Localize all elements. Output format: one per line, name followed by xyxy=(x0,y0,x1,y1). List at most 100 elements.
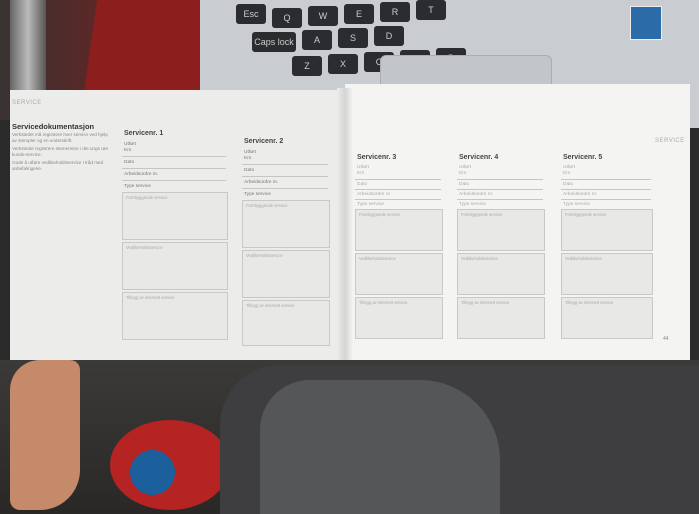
utfort-label: Utført xyxy=(124,142,136,147)
intro-paragraph: Verkstedet må registrere hver service ve… xyxy=(12,132,108,143)
date-label: Dato xyxy=(563,182,574,187)
service-title: Servicenr. 5 xyxy=(563,154,603,161)
knee xyxy=(260,380,500,514)
divider xyxy=(457,199,543,200)
box-label: Forebyggende service xyxy=(461,212,503,217)
divider xyxy=(457,179,543,180)
date-label: Dato xyxy=(357,182,368,187)
page-number: 44 xyxy=(663,336,669,342)
service-type-label: Type service xyxy=(459,202,486,207)
service-box: Vedlikeholdsservice xyxy=(242,250,330,298)
key: S xyxy=(338,28,368,48)
intel-sticker xyxy=(630,6,662,40)
intro-paragraph: Verkstedet registrere stemeretne i det u… xyxy=(12,146,109,157)
box-label: Forebyggende service xyxy=(126,195,168,200)
service-box: Tillegg av internett service xyxy=(242,300,330,346)
service-booklet: SERVICE Servicedokumentasjon Verkstedet … xyxy=(10,84,690,364)
photo-scene: Esc Q W E R T Caps lock A S D Z X C V B … xyxy=(0,0,699,514)
divider xyxy=(355,179,441,180)
box-label: Vedlikeholdsservice xyxy=(461,256,498,261)
right-page-header: SERVICE xyxy=(655,138,685,144)
intro-paragraph: Gode å utføre vedlikeholdsservice i tråd… xyxy=(12,160,104,171)
date-label: Dato xyxy=(244,168,255,173)
divider xyxy=(355,189,441,190)
key: R xyxy=(380,2,410,22)
service-type-label: Type service xyxy=(124,184,151,189)
service-box: Vedlikeholdsservice xyxy=(122,242,228,290)
key: W xyxy=(308,6,338,26)
utfort-label: Utført xyxy=(244,150,256,155)
km-label: Km xyxy=(563,171,571,176)
divider xyxy=(561,189,651,190)
divider xyxy=(457,189,543,190)
service-box: Tillegg av internett service xyxy=(457,297,545,339)
km-label: Km xyxy=(357,171,365,176)
box-label: Tillegg av internett service xyxy=(126,295,175,300)
box-label: Tillegg av internett service xyxy=(461,300,510,305)
date-label: Dato xyxy=(459,182,470,187)
right-page: SERVICE Servicenr. 3 Utført Km Dato Arbe… xyxy=(345,84,690,360)
divider xyxy=(242,176,328,177)
key: E xyxy=(344,4,374,24)
service-entry-2: Servicenr. 2 Utført Km Dato Arbeidsordre… xyxy=(242,138,342,350)
service-entry-5: Servicenr. 5 Utført Km Dato Arbeidsordre… xyxy=(561,154,661,344)
page-title: Servicedokumentasjon xyxy=(12,122,95,131)
box-label: Vedlikeholdsservice xyxy=(359,256,396,261)
box-label: Tillegg av internett service xyxy=(565,300,614,305)
blue-spool-center xyxy=(130,450,175,495)
key: Esc xyxy=(236,4,266,24)
left-page-header: SERVICE xyxy=(12,100,42,106)
service-box: Tillegg av internett service xyxy=(122,292,228,340)
box-label: Vedlikeholdsservice xyxy=(126,245,163,250)
service-box: Vedlikeholdsservice xyxy=(457,253,545,295)
service-box: Forebyggende service xyxy=(355,209,443,251)
work-order-label: Arbeidsordre nr. xyxy=(459,192,494,197)
divider xyxy=(122,180,226,181)
work-order-label: Arbeidsordre nr. xyxy=(563,192,598,197)
work-order-label: Arbeidsordre nr. xyxy=(357,192,392,197)
box-label: Vedlikeholdsservice xyxy=(565,256,602,261)
key: T xyxy=(416,0,446,20)
key: D xyxy=(374,26,404,46)
key: Z xyxy=(292,56,322,76)
service-box: Forebyggende service xyxy=(242,200,330,248)
service-entry-4: Servicenr. 4 Utført Km Dato Arbeidsordre… xyxy=(457,154,557,344)
km-label: Km xyxy=(244,156,252,161)
box-label: Vedlikeholdsservice xyxy=(246,253,283,258)
service-box: Tillegg av internett service xyxy=(561,297,653,339)
service-box: Vedlikeholdsservice xyxy=(355,253,443,295)
key: Q xyxy=(272,8,302,28)
service-title: Servicenr. 2 xyxy=(244,138,284,145)
km-label: Km xyxy=(124,148,132,153)
divider xyxy=(122,156,226,157)
service-type-label: Type service xyxy=(244,192,271,197)
service-title: Servicenr. 4 xyxy=(459,154,499,161)
divider xyxy=(122,168,226,169)
divider xyxy=(242,188,328,189)
hand xyxy=(10,360,80,510)
box-label: Tillegg av internett service xyxy=(359,300,408,305)
key: X xyxy=(328,54,358,74)
service-box: Tillegg av internett service xyxy=(355,297,443,339)
book-spine xyxy=(337,88,353,360)
key: A xyxy=(302,30,332,50)
box-label: Tillegg av internett service xyxy=(246,303,295,308)
km-label: Km xyxy=(459,171,467,176)
service-box: Vedlikeholdsservice xyxy=(561,253,653,295)
service-title: Servicenr. 1 xyxy=(124,130,164,137)
work-order-label: Arbeidsordre nr. xyxy=(244,180,279,185)
box-label: Forebyggende service xyxy=(246,203,288,208)
box-label: Forebyggende service xyxy=(565,212,607,217)
utfort-label: Utført xyxy=(459,165,471,170)
divider xyxy=(561,199,651,200)
box-label: Forebyggende service xyxy=(359,212,401,217)
work-order-label: Arbeidsordre nr. xyxy=(124,172,159,177)
left-page: SERVICE Servicedokumentasjon Verkstedet … xyxy=(10,90,345,360)
key: Caps lock xyxy=(252,32,296,52)
service-title: Servicenr. 3 xyxy=(357,154,397,161)
utfort-label: Utført xyxy=(563,165,575,170)
service-box: Forebyggende service xyxy=(561,209,653,251)
service-entry-1: Servicenr. 1 Utført Km Dato Arbeidsordre… xyxy=(122,130,228,350)
date-label: Dato xyxy=(124,160,135,165)
service-type-label: Type service xyxy=(563,202,590,207)
